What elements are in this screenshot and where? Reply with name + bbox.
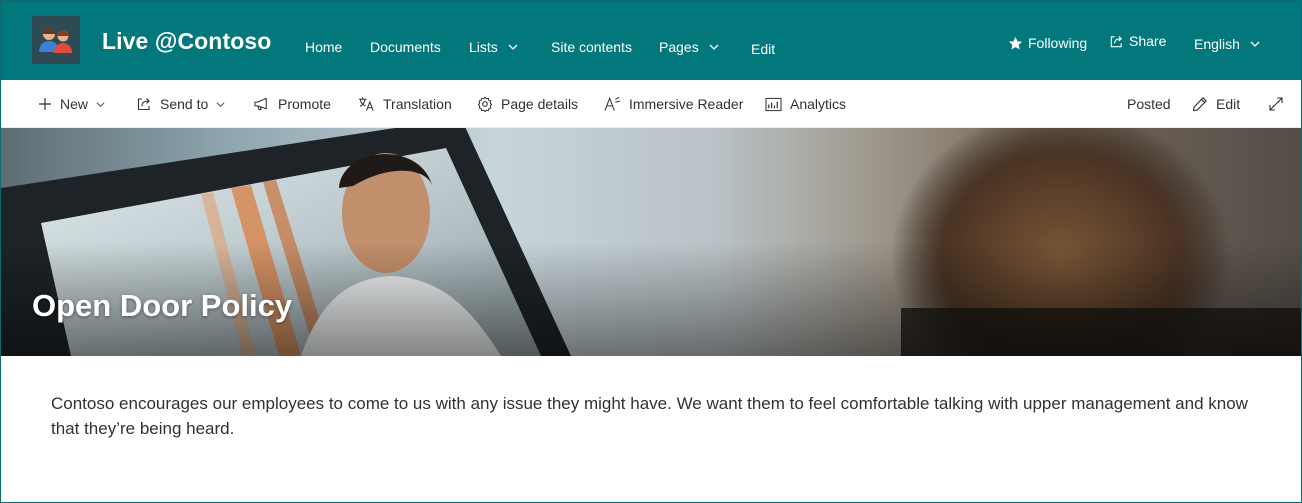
analytics-icon <box>765 97 782 111</box>
translation-label: Translation <box>383 96 452 112</box>
site-header: Live @Contoso Home Documents Lists Site … <box>1 1 1301 80</box>
posted-status: Posted <box>1127 94 1171 114</box>
following-button[interactable]: Following <box>1008 35 1087 51</box>
translation-button[interactable]: Translation <box>358 94 452 114</box>
topnav-edit-label: Edit <box>751 41 776 57</box>
pencil-icon <box>1193 97 1207 112</box>
topnav-site-contents[interactable]: Site contents <box>551 37 632 57</box>
new-button[interactable]: New <box>38 94 105 114</box>
immersive-reader-icon <box>604 96 621 111</box>
expand-button[interactable] <box>1268 94 1292 114</box>
language-selector[interactable]: English <box>1194 36 1260 52</box>
topnav-edit[interactable]: Edit <box>751 39 775 59</box>
promote-label: Promote <box>278 96 331 112</box>
page-title: Open Door Policy <box>32 288 293 323</box>
topnav-pages[interactable]: Pages <box>659 37 719 57</box>
immersive-reader-label: Immersive Reader <box>629 96 744 112</box>
topnav-pages-label: Pages <box>659 39 699 55</box>
page-details-button[interactable]: Page details <box>477 94 578 114</box>
share-icon <box>1110 35 1122 47</box>
immersive-reader-button[interactable]: Immersive Reader <box>604 94 743 114</box>
chevron-down-icon <box>96 101 105 107</box>
star-filled-icon <box>1008 36 1023 49</box>
chevron-down-icon <box>1250 41 1260 47</box>
expand-icon <box>1269 97 1283 111</box>
send-to-label: Send to <box>160 96 209 112</box>
chevron-down-icon <box>709 44 719 50</box>
chevron-down-icon <box>508 44 518 50</box>
send-to-button[interactable]: Send to <box>136 94 225 114</box>
topnav-lists[interactable]: Lists <box>469 37 518 57</box>
people-team-logo-icon <box>32 16 80 64</box>
topnav-lists-label: Lists <box>469 39 498 55</box>
share-icon <box>137 98 150 111</box>
language-label: English <box>1194 36 1240 52</box>
share-label: Share <box>1129 33 1167 49</box>
page-details-label: Page details <box>501 96 579 112</box>
topnav-documents-label: Documents <box>370 39 441 55</box>
share-button[interactable]: Share <box>1109 33 1166 49</box>
analytics-label: Analytics <box>790 96 847 112</box>
translate-icon <box>358 97 374 111</box>
posted-label: Posted <box>1127 96 1171 112</box>
analytics-button[interactable]: Analytics <box>765 94 846 114</box>
site-logo[interactable] <box>32 16 80 64</box>
edit-button[interactable]: Edit <box>1192 94 1240 114</box>
promote-button[interactable]: Promote <box>253 94 331 114</box>
command-bar: New Send to Promote Translation Page det… <box>1 80 1301 128</box>
topnav-home-label: Home <box>305 39 343 55</box>
megaphone-icon <box>254 97 267 111</box>
topnav-documents[interactable]: Documents <box>370 37 441 57</box>
sharepoint-page: Live @Contoso Home Documents Lists Site … <box>0 0 1302 503</box>
page-body-text: Contoso encourages our employees to come… <box>51 394 1248 438</box>
site-title[interactable]: Live @Contoso <box>102 28 271 55</box>
topnav-home[interactable]: Home <box>305 37 342 57</box>
topnav-site-contents-label: Site contents <box>551 39 632 55</box>
new-label: New <box>60 96 89 112</box>
chevron-down-icon <box>216 101 225 107</box>
plus-icon <box>39 98 51 110</box>
edit-label: Edit <box>1216 96 1241 112</box>
following-label: Following <box>1028 35 1088 51</box>
gear-icon <box>477 96 493 112</box>
